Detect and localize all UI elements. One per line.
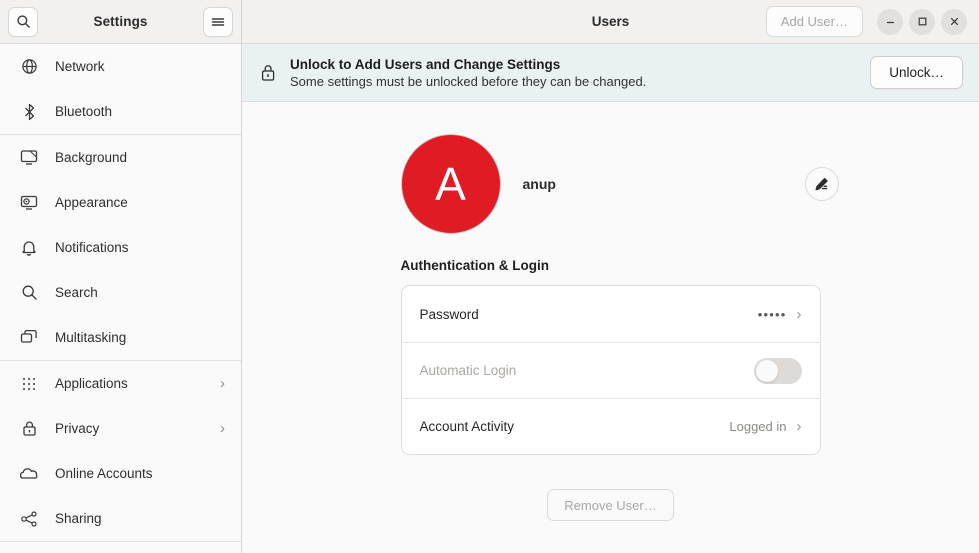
sidebar-item-privacy[interactable]: Privacy › (0, 406, 241, 451)
sidebar-item-label: Network (55, 59, 105, 74)
row-label: Automatic Login (419, 363, 517, 378)
sidebar: Settings Network Bluetooth Background Ap… (0, 0, 242, 553)
close-icon (949, 16, 960, 27)
sidebar-item-network[interactable]: Network (0, 44, 241, 89)
chevron-right-icon: › (220, 420, 225, 437)
edit-user-button[interactable] (804, 167, 839, 201)
sidebar-item-sharing[interactable]: Sharing (0, 496, 241, 541)
row-label: Account Activity (419, 419, 515, 434)
avatar[interactable]: A (400, 134, 501, 234)
chevron-right-icon: › (220, 375, 225, 392)
search-icon (18, 282, 40, 304)
applications-grid-icon (18, 373, 40, 395)
sidebar-item-multitasking[interactable]: Multitasking (0, 315, 241, 360)
bluetooth-icon (18, 101, 40, 123)
sidebar-item-label: Appearance (55, 195, 128, 210)
sidebar-item-label: Online Accounts (55, 466, 153, 481)
chevron-right-icon: › (796, 305, 802, 323)
settings-window: Settings Network Bluetooth Background Ap… (0, 0, 979, 553)
sidebar-item-appearance[interactable]: Appearance (0, 180, 241, 225)
chevron-right-icon: › (796, 418, 802, 435)
search-icon (16, 14, 31, 29)
background-icon (18, 147, 40, 169)
automatic-login-toggle[interactable] (753, 357, 802, 384)
sidebar-item-label: Background (55, 150, 128, 165)
sidebar-header: Settings (0, 0, 241, 44)
user-header-row: A anup (400, 134, 839, 234)
sidebar-item-search[interactable]: Search (0, 270, 241, 315)
sidebar-item-label: Multitasking (55, 330, 127, 345)
network-globe-icon (18, 56, 40, 78)
sidebar-item-online-accounts[interactable]: Online Accounts (0, 451, 241, 496)
banner-text-block: Unlock to Add Users and Change Settings … (290, 57, 870, 89)
bell-icon (18, 237, 40, 259)
maximize-button[interactable] (909, 8, 935, 35)
sidebar-item-label: Applications (55, 376, 128, 391)
share-nodes-icon (18, 508, 40, 530)
sidebar-separator (0, 541, 241, 542)
sidebar-item-label: Search (55, 285, 98, 300)
appearance-icon (18, 192, 40, 214)
lock-icon (18, 418, 40, 440)
remove-user-button[interactable]: Remove User… (547, 489, 674, 521)
close-button[interactable] (941, 8, 967, 35)
banner-subtitle: Some settings must be unlocked before th… (290, 73, 647, 89)
authentication-list: Password ••••• › Automatic Login Account… (400, 285, 821, 455)
titlebar-controls: Add User… (765, 6, 971, 37)
row-automatic-login: Automatic Login (401, 342, 820, 398)
sidebar-item-background[interactable]: Background (0, 135, 241, 180)
add-user-button[interactable]: Add User… (765, 6, 863, 37)
window-titlebar: Users Add User… (242, 0, 979, 44)
row-password[interactable]: Password ••••• › (401, 286, 820, 342)
content-pane: Users Add User… Unlock to Add Users and … (242, 0, 979, 553)
sidebar-item-label: Sharing (55, 511, 102, 526)
sidebar-item-notifications[interactable]: Notifications (0, 225, 241, 270)
section-title-authentication: Authentication & Login (400, 258, 549, 273)
row-account-activity[interactable]: Account Activity Logged in › (401, 398, 820, 454)
password-masked-value: ••••• (757, 306, 787, 322)
cloud-icon (18, 463, 40, 485)
sidebar-title: Settings (93, 14, 148, 29)
minimize-button[interactable] (877, 8, 903, 35)
padlock-icon (256, 63, 280, 82)
sidebar-item-applications[interactable]: Applications › (0, 361, 241, 406)
footer-actions: Remove User… (401, 489, 821, 521)
users-main-area: A anup Authentication & Login Password •… (242, 102, 979, 553)
row-label: Password (419, 306, 479, 322)
user-name: anup (522, 176, 556, 192)
sidebar-item-bluetooth[interactable]: Bluetooth (0, 89, 241, 134)
sidebar-item-label: Notifications (55, 240, 129, 255)
hamburger-menu-button[interactable] (203, 6, 233, 37)
sidebar-item-label: Bluetooth (55, 104, 113, 119)
toggle-knob (755, 359, 778, 382)
sidebar-item-label: Privacy (55, 421, 100, 436)
search-button[interactable] (8, 6, 38, 37)
pencil-edit-icon (813, 176, 830, 193)
minimize-icon (885, 16, 896, 27)
account-activity-value: Logged in (729, 419, 787, 434)
maximize-icon (917, 16, 928, 27)
unlock-button[interactable]: Unlock… (870, 56, 963, 89)
hamburger-menu-icon (211, 16, 225, 28)
unlock-banner: Unlock to Add Users and Change Settings … (242, 44, 979, 102)
banner-title: Unlock to Add Users and Change Settings (290, 56, 561, 72)
multitasking-icon (18, 327, 40, 349)
sidebar-nav-list: Network Bluetooth Background Appearance … (0, 44, 241, 553)
